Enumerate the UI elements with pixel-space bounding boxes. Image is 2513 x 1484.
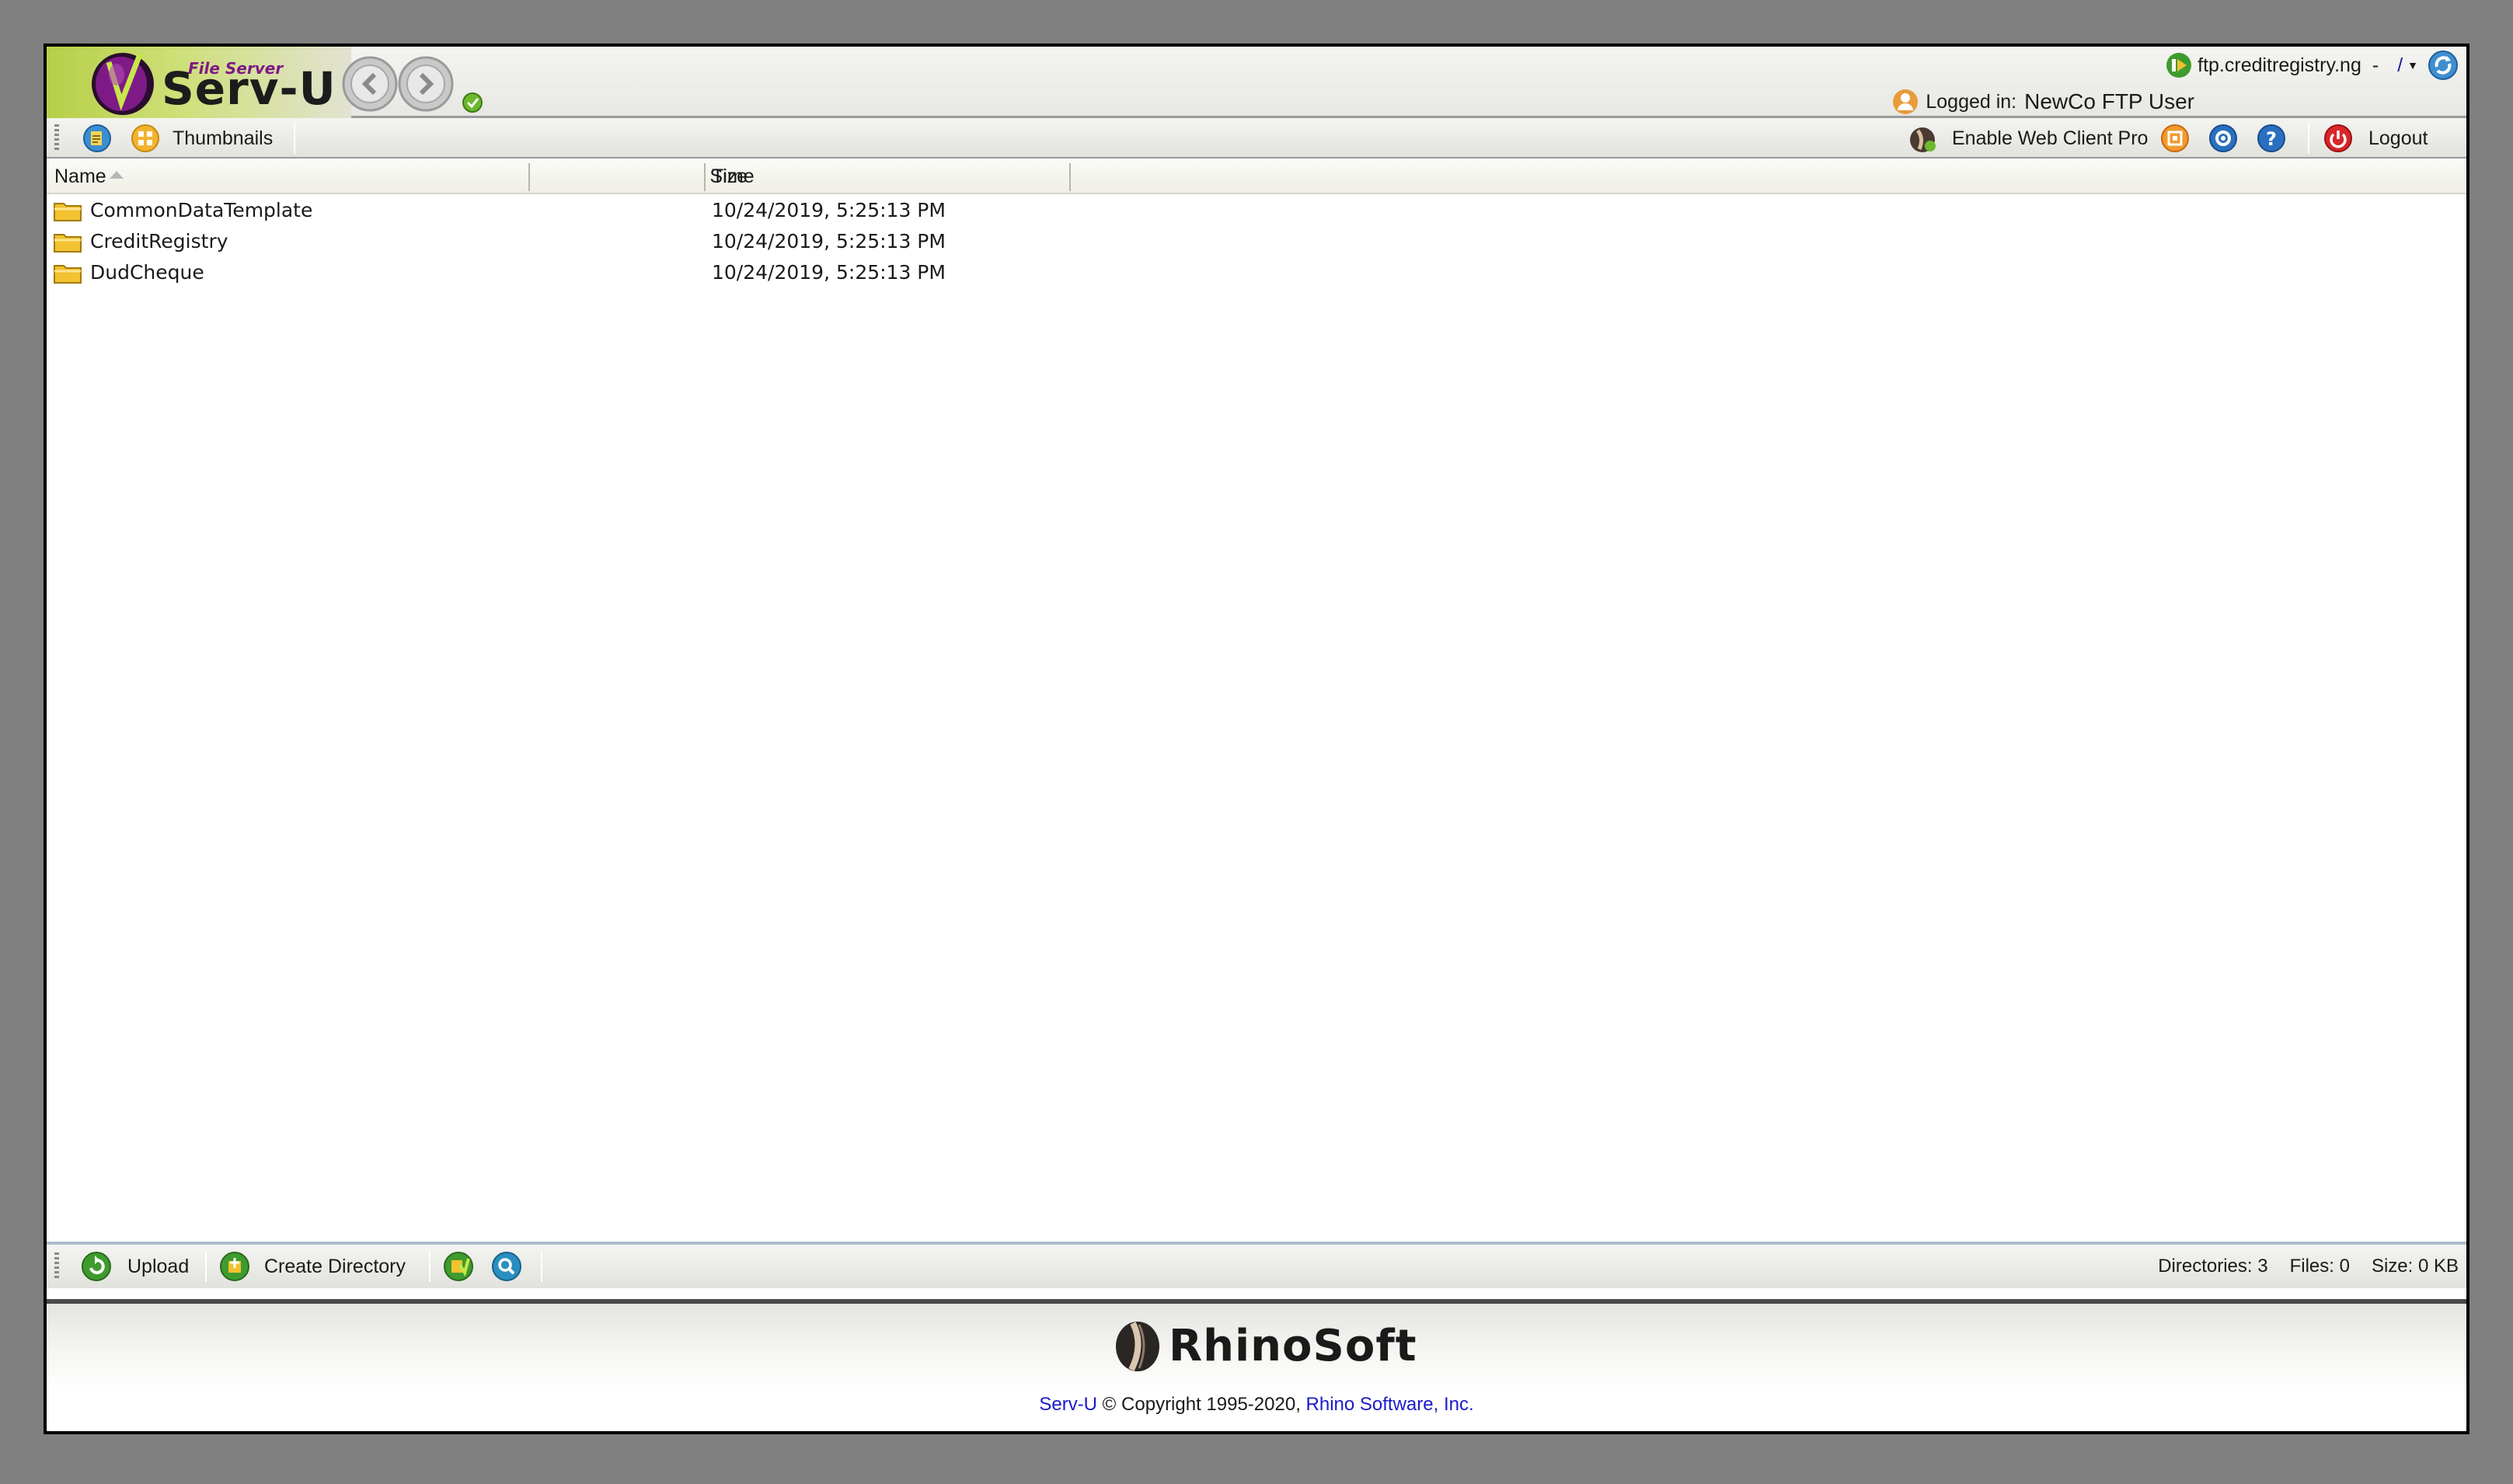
current-path[interactable]: / bbox=[2397, 54, 2403, 77]
status-summary: Directories: 3 Files: 0 Size: 0 KB bbox=[2136, 1245, 2459, 1288]
folder-icon bbox=[54, 265, 82, 284]
file-name[interactable]: CommonDataTemplate bbox=[90, 194, 312, 225]
list-item[interactable]: CreditRegistry 10/24/2019, 5:25:13 PM bbox=[47, 225, 1057, 256]
toolbar-separator bbox=[2308, 123, 2309, 154]
directories-count: Directories: 3 bbox=[2158, 1256, 2268, 1277]
logout-button[interactable]: Logout bbox=[2323, 118, 2428, 159]
file-name[interactable]: DudCheque bbox=[90, 256, 204, 287]
serv-u-logo-icon bbox=[92, 53, 154, 115]
total-size: Size: 0 KB bbox=[2371, 1256, 2459, 1277]
footer: RhinoSoft Serv-U © Copyright 1995-2020, … bbox=[47, 1299, 2466, 1431]
column-divider[interactable] bbox=[528, 163, 530, 191]
rhino-software-link[interactable]: Rhino Software, Inc. bbox=[1306, 1394, 1474, 1415]
serv-u-logo: File Server Serv-U bbox=[47, 47, 351, 118]
svg-text:?: ? bbox=[2266, 128, 2277, 150]
view-button[interactable] bbox=[82, 118, 112, 159]
server-info: ftp.creditregistry.ng - / ▼ bbox=[2165, 50, 2459, 81]
rhinosoft-brand: RhinoSoft bbox=[1169, 1320, 1417, 1371]
sort-ascending-icon bbox=[109, 171, 124, 179]
enable-web-client-pro-label: Enable Web Client Pro bbox=[1952, 127, 2149, 149]
time-column-header[interactable]: Time bbox=[712, 159, 755, 194]
user-name: NewCo FTP User bbox=[2024, 89, 2194, 113]
thumbnails-label: Thumbnails bbox=[173, 127, 274, 149]
upload-label: Upload bbox=[127, 1255, 190, 1277]
toolbar-separator bbox=[294, 123, 295, 154]
create-directory-label: Create Directory bbox=[264, 1255, 406, 1277]
header: File Server Serv-U ftp.creditregistry.ng… bbox=[47, 47, 2466, 118]
search-button[interactable] bbox=[491, 1245, 522, 1288]
help-button[interactable]: ? bbox=[2257, 118, 2286, 159]
help-icon: ? bbox=[2257, 124, 2285, 152]
column-header: Name Size Time bbox=[47, 159, 2466, 194]
files-count: Files: 0 bbox=[2289, 1256, 2350, 1277]
toolbar-grip[interactable] bbox=[54, 124, 59, 152]
rhinosoft-logo-icon bbox=[1116, 1322, 1159, 1371]
upload-button[interactable]: Upload bbox=[81, 1245, 189, 1288]
create-directory-icon bbox=[220, 1252, 249, 1281]
column-divider[interactable] bbox=[1069, 163, 1071, 191]
server-status-icon bbox=[2166, 53, 2192, 78]
create-directory-button[interactable]: Create Directory bbox=[219, 1245, 406, 1288]
list-item[interactable]: DudCheque 10/24/2019, 5:25:13 PM bbox=[47, 256, 1057, 287]
enable-web-client-pro-button[interactable]: Enable Web Client Pro bbox=[1907, 118, 2148, 159]
server-name: ftp.creditregistry.ng bbox=[2198, 54, 2361, 76]
search-icon bbox=[492, 1252, 521, 1281]
name-column-header[interactable]: Name bbox=[54, 159, 124, 194]
logged-in-info: Logged in: NewCo FTP User bbox=[1891, 87, 2194, 117]
copyright-text: © Copyright 1995-2020, bbox=[1097, 1394, 1306, 1415]
toolbar-separator bbox=[429, 1251, 430, 1282]
user-icon bbox=[1893, 89, 1919, 114]
toolbar-separator bbox=[541, 1251, 542, 1282]
rhinosoft-logo: RhinoSoft bbox=[1113, 1318, 1417, 1374]
back-arrow-icon[interactable] bbox=[342, 56, 398, 112]
browser-frame: File Server Serv-U ftp.creditregistry.ng… bbox=[44, 44, 2469, 1434]
navigation-arrows bbox=[342, 56, 483, 113]
share-icon bbox=[2161, 124, 2189, 152]
logged-in-label: Logged in: bbox=[1926, 90, 2017, 113]
logo-title: Serv-U bbox=[162, 62, 336, 115]
name-column-label: Name bbox=[54, 165, 106, 187]
view-icon bbox=[83, 124, 111, 152]
download-button[interactable] bbox=[443, 1245, 474, 1288]
file-time: 10/24/2019, 5:25:13 PM bbox=[712, 229, 946, 253]
file-list: CommonDataTemplate 10/24/2019, 5:25:13 P… bbox=[47, 194, 2466, 1290]
file-time: 10/24/2019, 5:25:13 PM bbox=[712, 260, 946, 284]
connected-icon bbox=[462, 92, 483, 113]
list-item[interactable]: CommonDataTemplate 10/24/2019, 5:25:13 P… bbox=[47, 194, 1057, 225]
column-divider[interactable] bbox=[704, 163, 706, 191]
download-icon bbox=[444, 1252, 473, 1281]
copyright: Serv-U © Copyright 1995-2020, Rhino Soft… bbox=[47, 1394, 2466, 1416]
folder-icon bbox=[54, 234, 82, 253]
toolbar-separator bbox=[205, 1251, 207, 1282]
share-button[interactable] bbox=[2160, 118, 2190, 159]
serv-u-link[interactable]: Serv-U bbox=[1039, 1394, 1097, 1415]
thumbnails-icon bbox=[131, 124, 159, 152]
toolbar-grip[interactable] bbox=[54, 1252, 59, 1280]
logout-icon bbox=[2324, 124, 2352, 152]
folder-icon bbox=[54, 203, 82, 221]
server-separator: - bbox=[2372, 54, 2379, 76]
forward-arrow-icon[interactable] bbox=[398, 56, 454, 112]
thumbnails-button[interactable]: Thumbnails bbox=[131, 118, 273, 159]
bottom-toolbar: Upload Create Directory Directories: 3 F… bbox=[47, 1242, 2466, 1288]
upload-icon bbox=[82, 1252, 111, 1281]
settings-button[interactable] bbox=[2208, 118, 2238, 159]
logout-label: Logout bbox=[2368, 127, 2428, 149]
refresh-icon[interactable] bbox=[2428, 50, 2459, 81]
toolbar: Thumbnails Enable Web Client Pro ? Logou… bbox=[47, 118, 2466, 159]
file-name[interactable]: CreditRegistry bbox=[90, 225, 228, 256]
time-column-label: Time bbox=[712, 165, 755, 187]
settings-icon bbox=[2209, 124, 2237, 152]
web-client-pro-icon bbox=[1910, 127, 1936, 152]
chevron-down-icon[interactable]: ▼ bbox=[2407, 59, 2418, 71]
file-time: 10/24/2019, 5:25:13 PM bbox=[712, 198, 946, 221]
